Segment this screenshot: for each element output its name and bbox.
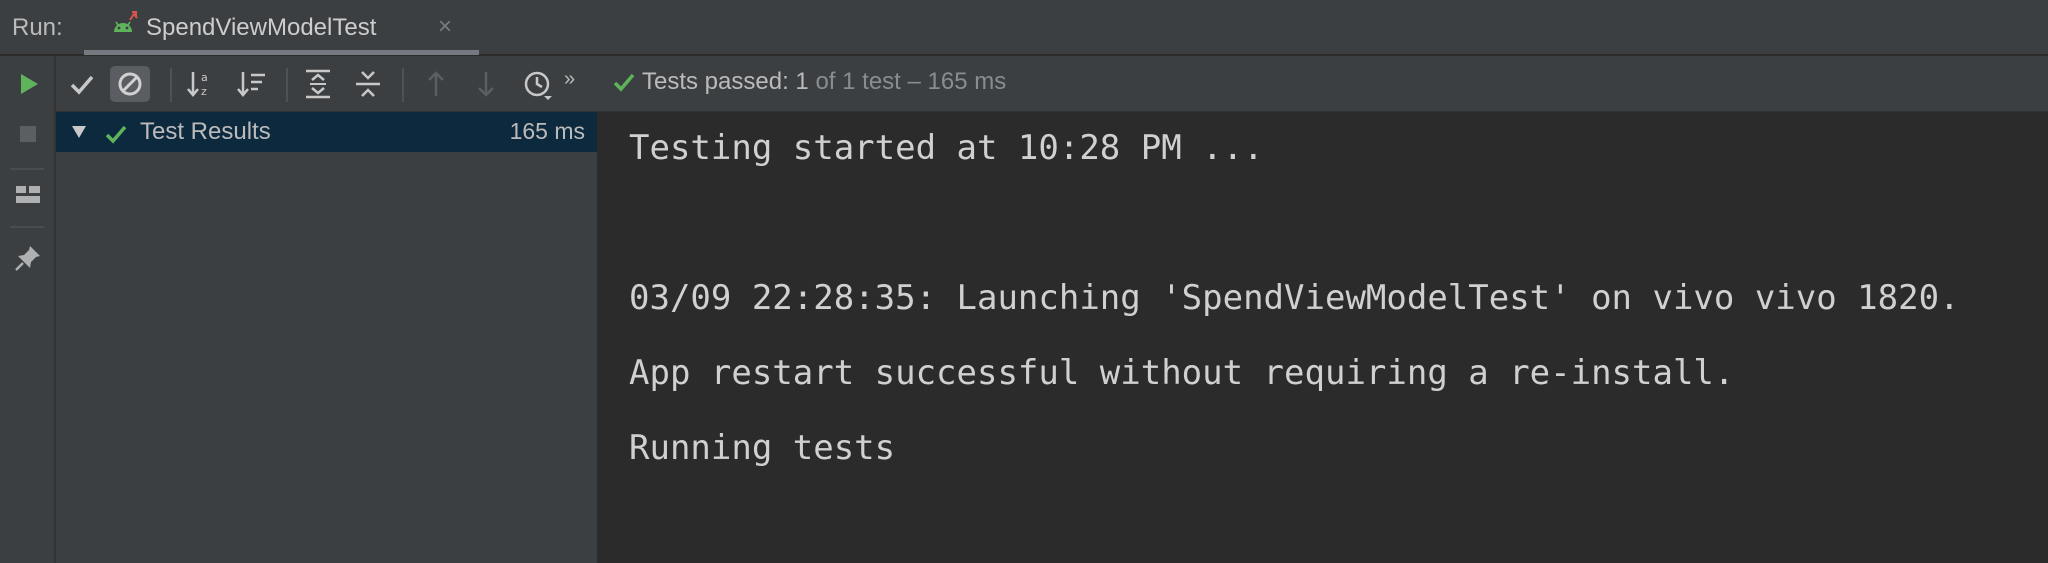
toolbar-separator bbox=[402, 68, 404, 102]
stop-icon[interactable] bbox=[12, 118, 44, 150]
console-line: 03/09 22:28:35: Launching 'SpendViewMode… bbox=[629, 278, 1960, 318]
left-toolbar bbox=[0, 56, 56, 563]
svg-text:a: a bbox=[201, 71, 208, 84]
sort-by-duration-icon[interactable] bbox=[232, 66, 272, 102]
tab-title: SpendViewModelTest bbox=[146, 14, 377, 41]
console-line: App restart successful without requiring… bbox=[629, 353, 1735, 393]
next-failed-icon[interactable] bbox=[466, 66, 506, 102]
show-ignored-icon[interactable] bbox=[110, 66, 150, 102]
android-test-icon bbox=[110, 10, 140, 38]
svg-text:z: z bbox=[201, 85, 207, 98]
collapse-all-icon[interactable] bbox=[348, 66, 388, 102]
toolbar-separator bbox=[10, 168, 44, 170]
test-runner-toolbar: a z » Tests passed: 1 of 1 test – 165 ms bbox=[56, 56, 2048, 112]
status-detail: of 1 test – 165 ms bbox=[808, 68, 1007, 95]
expand-arrow-icon[interactable] bbox=[70, 123, 88, 146]
close-icon[interactable]: × bbox=[438, 13, 452, 41]
check-icon bbox=[612, 70, 636, 101]
rerun-icon[interactable] bbox=[12, 68, 44, 100]
console-line: Testing started at 10:28 PM ... bbox=[629, 128, 1264, 168]
status-count: 1 bbox=[795, 68, 809, 95]
sort-alphabetically-icon[interactable]: a z bbox=[182, 66, 222, 102]
console-output[interactable]: Testing started at 10:28 PM ... 03/09 22… bbox=[598, 112, 2048, 563]
run-tool-window-header: Run: SpendViewModelTest × bbox=[0, 0, 2048, 55]
tree-item-label: Test Results bbox=[140, 118, 271, 145]
test-history-icon[interactable] bbox=[518, 66, 558, 102]
console-line: Running tests bbox=[629, 428, 896, 468]
status-label: Tests passed: bbox=[642, 68, 796, 95]
more-chevron-icon[interactable]: » bbox=[564, 68, 586, 104]
toolbar-separator bbox=[170, 68, 172, 102]
tree-item-duration: 165 ms bbox=[509, 118, 585, 144]
previous-failed-icon[interactable] bbox=[416, 66, 456, 102]
test-results-tree: Test Results 165 ms bbox=[56, 112, 597, 563]
tests-status: Tests passed: 1 of 1 test – 165 ms bbox=[613, 68, 1007, 98]
show-passed-icon[interactable] bbox=[62, 66, 102, 102]
pin-icon[interactable] bbox=[12, 242, 44, 274]
check-icon bbox=[104, 122, 128, 151]
run-label: Run: bbox=[12, 14, 63, 41]
tree-item-test-results[interactable]: Test Results 165 ms bbox=[56, 112, 597, 152]
toolbar-separator bbox=[286, 68, 288, 102]
tab-spendviewmodeltest[interactable]: SpendViewModelTest × bbox=[84, 0, 479, 55]
toolbar-separator bbox=[10, 226, 44, 228]
layout-icon[interactable] bbox=[12, 178, 44, 210]
expand-all-icon[interactable] bbox=[298, 66, 338, 102]
